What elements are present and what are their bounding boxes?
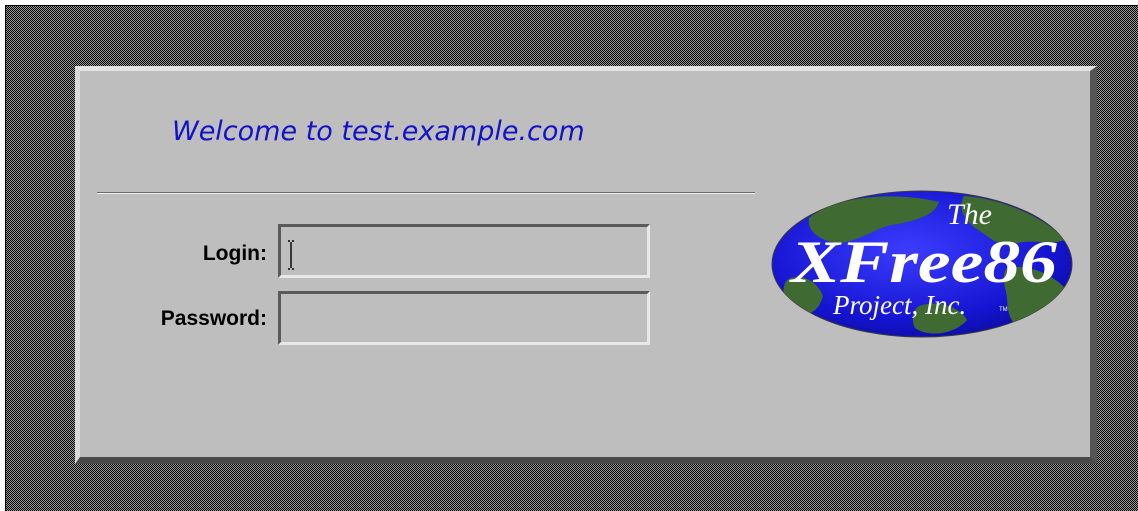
i-beam-cursor-icon xyxy=(288,240,294,270)
xdm-login-panel: Welcome to test.example.com Login: Passw… xyxy=(75,66,1097,464)
xfree86-globe-logo: The XFree86 Project, Inc. TM xyxy=(771,190,1073,338)
root-window-desktop: Welcome to test.example.com Login: Passw… xyxy=(5,5,1138,511)
login-input[interactable] xyxy=(278,224,650,278)
logo-trademark: TM xyxy=(999,307,1008,313)
logo-project-inc: Project, Inc. xyxy=(832,290,966,320)
login-label: Login: xyxy=(202,242,267,265)
logo-xfree86: XFree86 xyxy=(789,229,1057,295)
password-input[interactable] xyxy=(278,291,650,345)
greeting-title: Welcome to test.example.com xyxy=(172,116,585,147)
password-label: Password: xyxy=(160,307,267,330)
separator-line xyxy=(97,192,755,194)
logo-the: The xyxy=(947,198,992,231)
